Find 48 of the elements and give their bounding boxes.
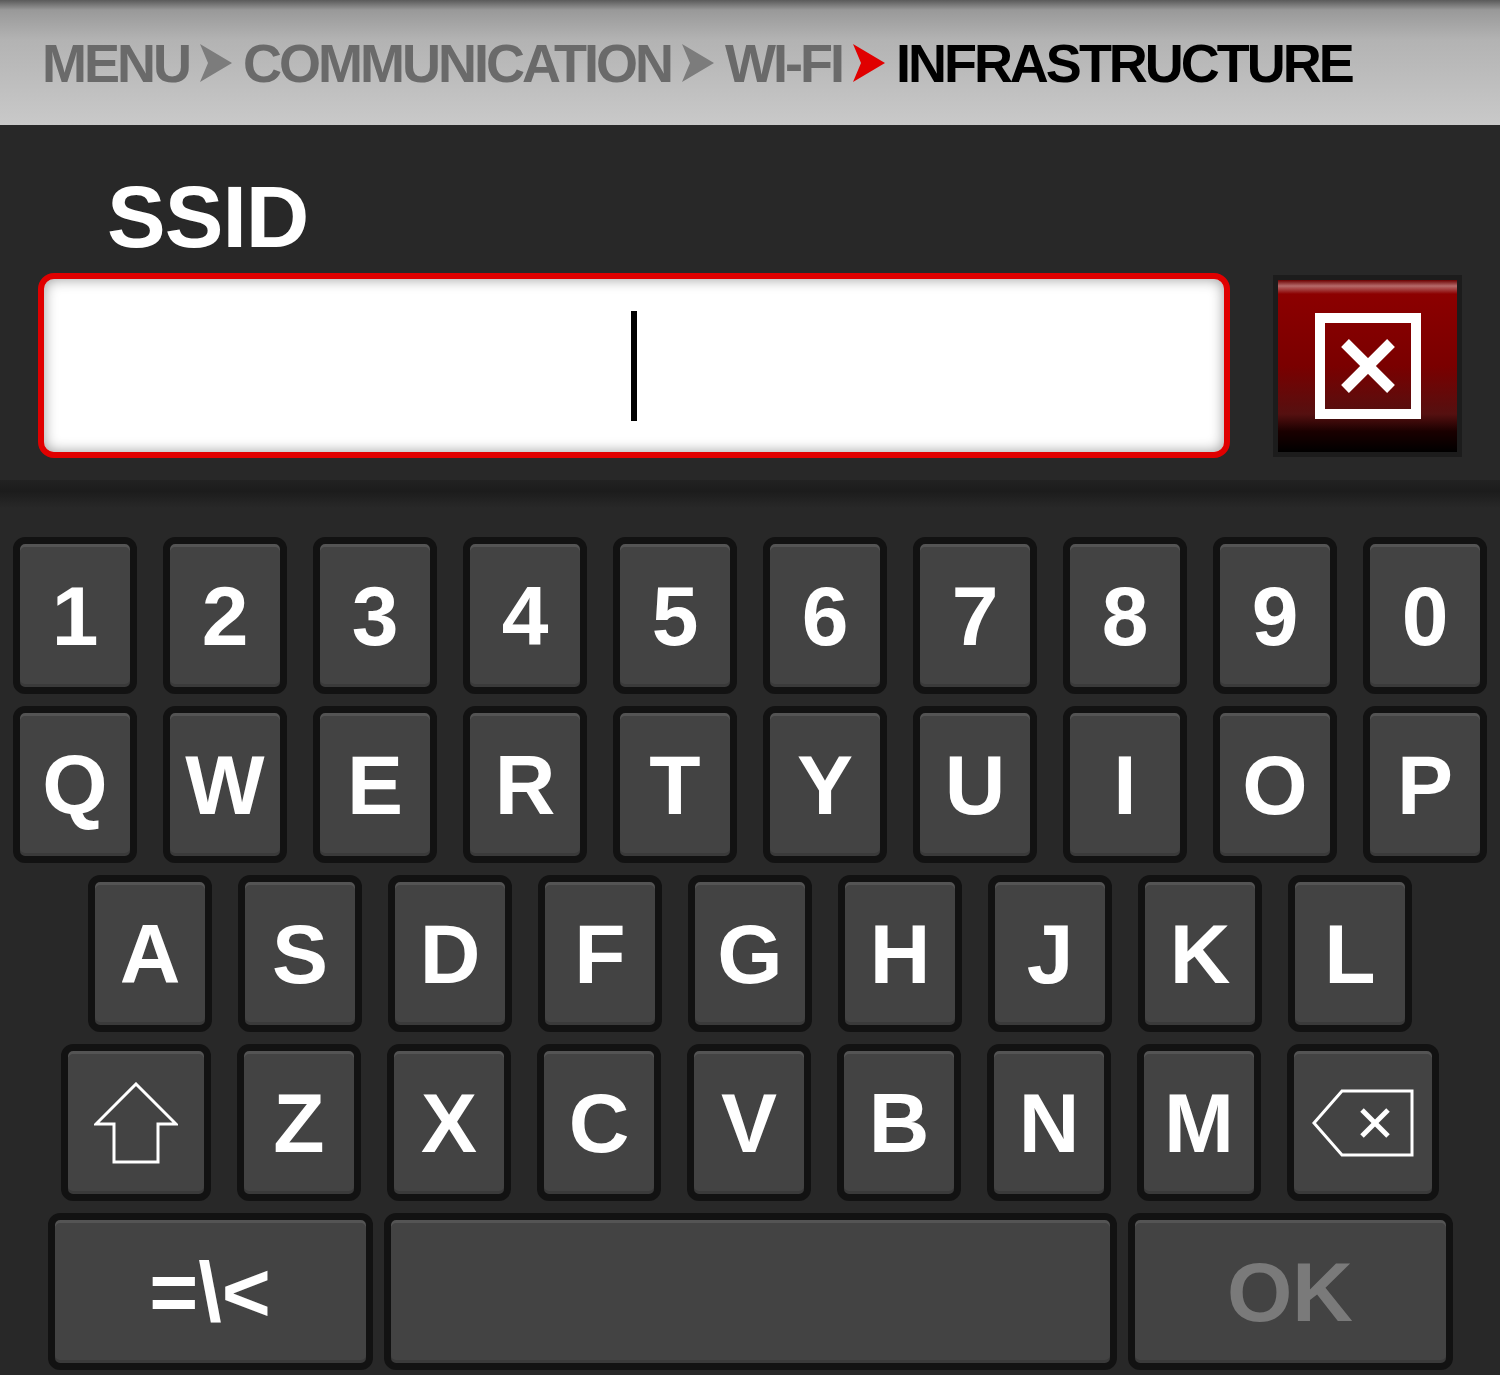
keyboard-key[interactable]: F — [538, 875, 662, 1032]
keyboard-key[interactable]: R — [463, 706, 587, 863]
keyboard-key[interactable]: L — [1288, 875, 1412, 1032]
keyboard-key[interactable]: N — [987, 1044, 1111, 1201]
up-arrow-icon — [94, 1081, 178, 1164]
field-label: SSID — [107, 173, 309, 261]
keyboard-key[interactable]: X — [387, 1044, 511, 1201]
keyboard-key[interactable]: 4 — [463, 537, 587, 694]
keyboard-key[interactable]: 2 — [163, 537, 287, 694]
breadcrumb-current: INFRASTRUCTURE — [895, 35, 1352, 90]
keyboard-key[interactable]: 5 — [613, 537, 737, 694]
keyboard-key[interactable]: G — [688, 875, 812, 1032]
keyboard-key[interactable]: I — [1063, 706, 1187, 863]
arrowhead-icon — [681, 43, 714, 82]
keyboard-key[interactable]: H — [838, 875, 962, 1032]
keyboard-key[interactable]: O — [1213, 706, 1337, 863]
keyboard-key[interactable]: W — [163, 706, 287, 863]
arrowhead-icon — [200, 43, 232, 82]
keyboard-key[interactable]: Q — [13, 706, 137, 863]
keyboard-key[interactable]: Z — [237, 1044, 361, 1201]
keyboard-key[interactable]: 1 — [13, 537, 137, 694]
keyboard-key[interactable]: 3 — [313, 537, 437, 694]
keyboard-key[interactable]: E — [313, 706, 437, 863]
keyboard-key[interactable]: J — [988, 875, 1112, 1032]
keyboard-key[interactable]: 0 — [1363, 537, 1487, 694]
keyboard-key[interactable]: Y — [763, 706, 887, 863]
arrowhead-icon — [852, 43, 885, 82]
shift-key[interactable] — [61, 1044, 211, 1201]
keyboard-key[interactable]: T — [613, 706, 737, 863]
keyboard-key[interactable]: K — [1138, 875, 1262, 1032]
keyboard-key[interactable]: B — [837, 1044, 961, 1201]
backspace-key[interactable] — [1287, 1044, 1439, 1201]
keyboard-key[interactable]: A — [88, 875, 212, 1032]
input-field[interactable] — [38, 273, 1230, 458]
backspace-icon — [1312, 1088, 1414, 1157]
keyboard-key[interactable]: V — [687, 1044, 811, 1201]
keyboard-key[interactable]: S — [238, 875, 362, 1032]
keyboard-key[interactable]: 8 — [1063, 537, 1187, 694]
keyboard-key[interactable]: D — [388, 875, 512, 1032]
keyboard-key[interactable]: 9 — [1213, 537, 1337, 694]
keyboard-key[interactable]: 7 — [913, 537, 1037, 694]
keyboard-key[interactable]: U — [913, 706, 1037, 863]
symbols-key[interactable]: =\< — [47, 1213, 373, 1370]
keyboard-key[interactable]: 6 — [763, 537, 887, 694]
keyboard-key[interactable]: C — [537, 1044, 661, 1201]
keyboard-key[interactable]: P — [1363, 706, 1487, 863]
keyboard-key[interactable]: M — [1137, 1044, 1261, 1201]
close-icon — [1314, 312, 1421, 419]
